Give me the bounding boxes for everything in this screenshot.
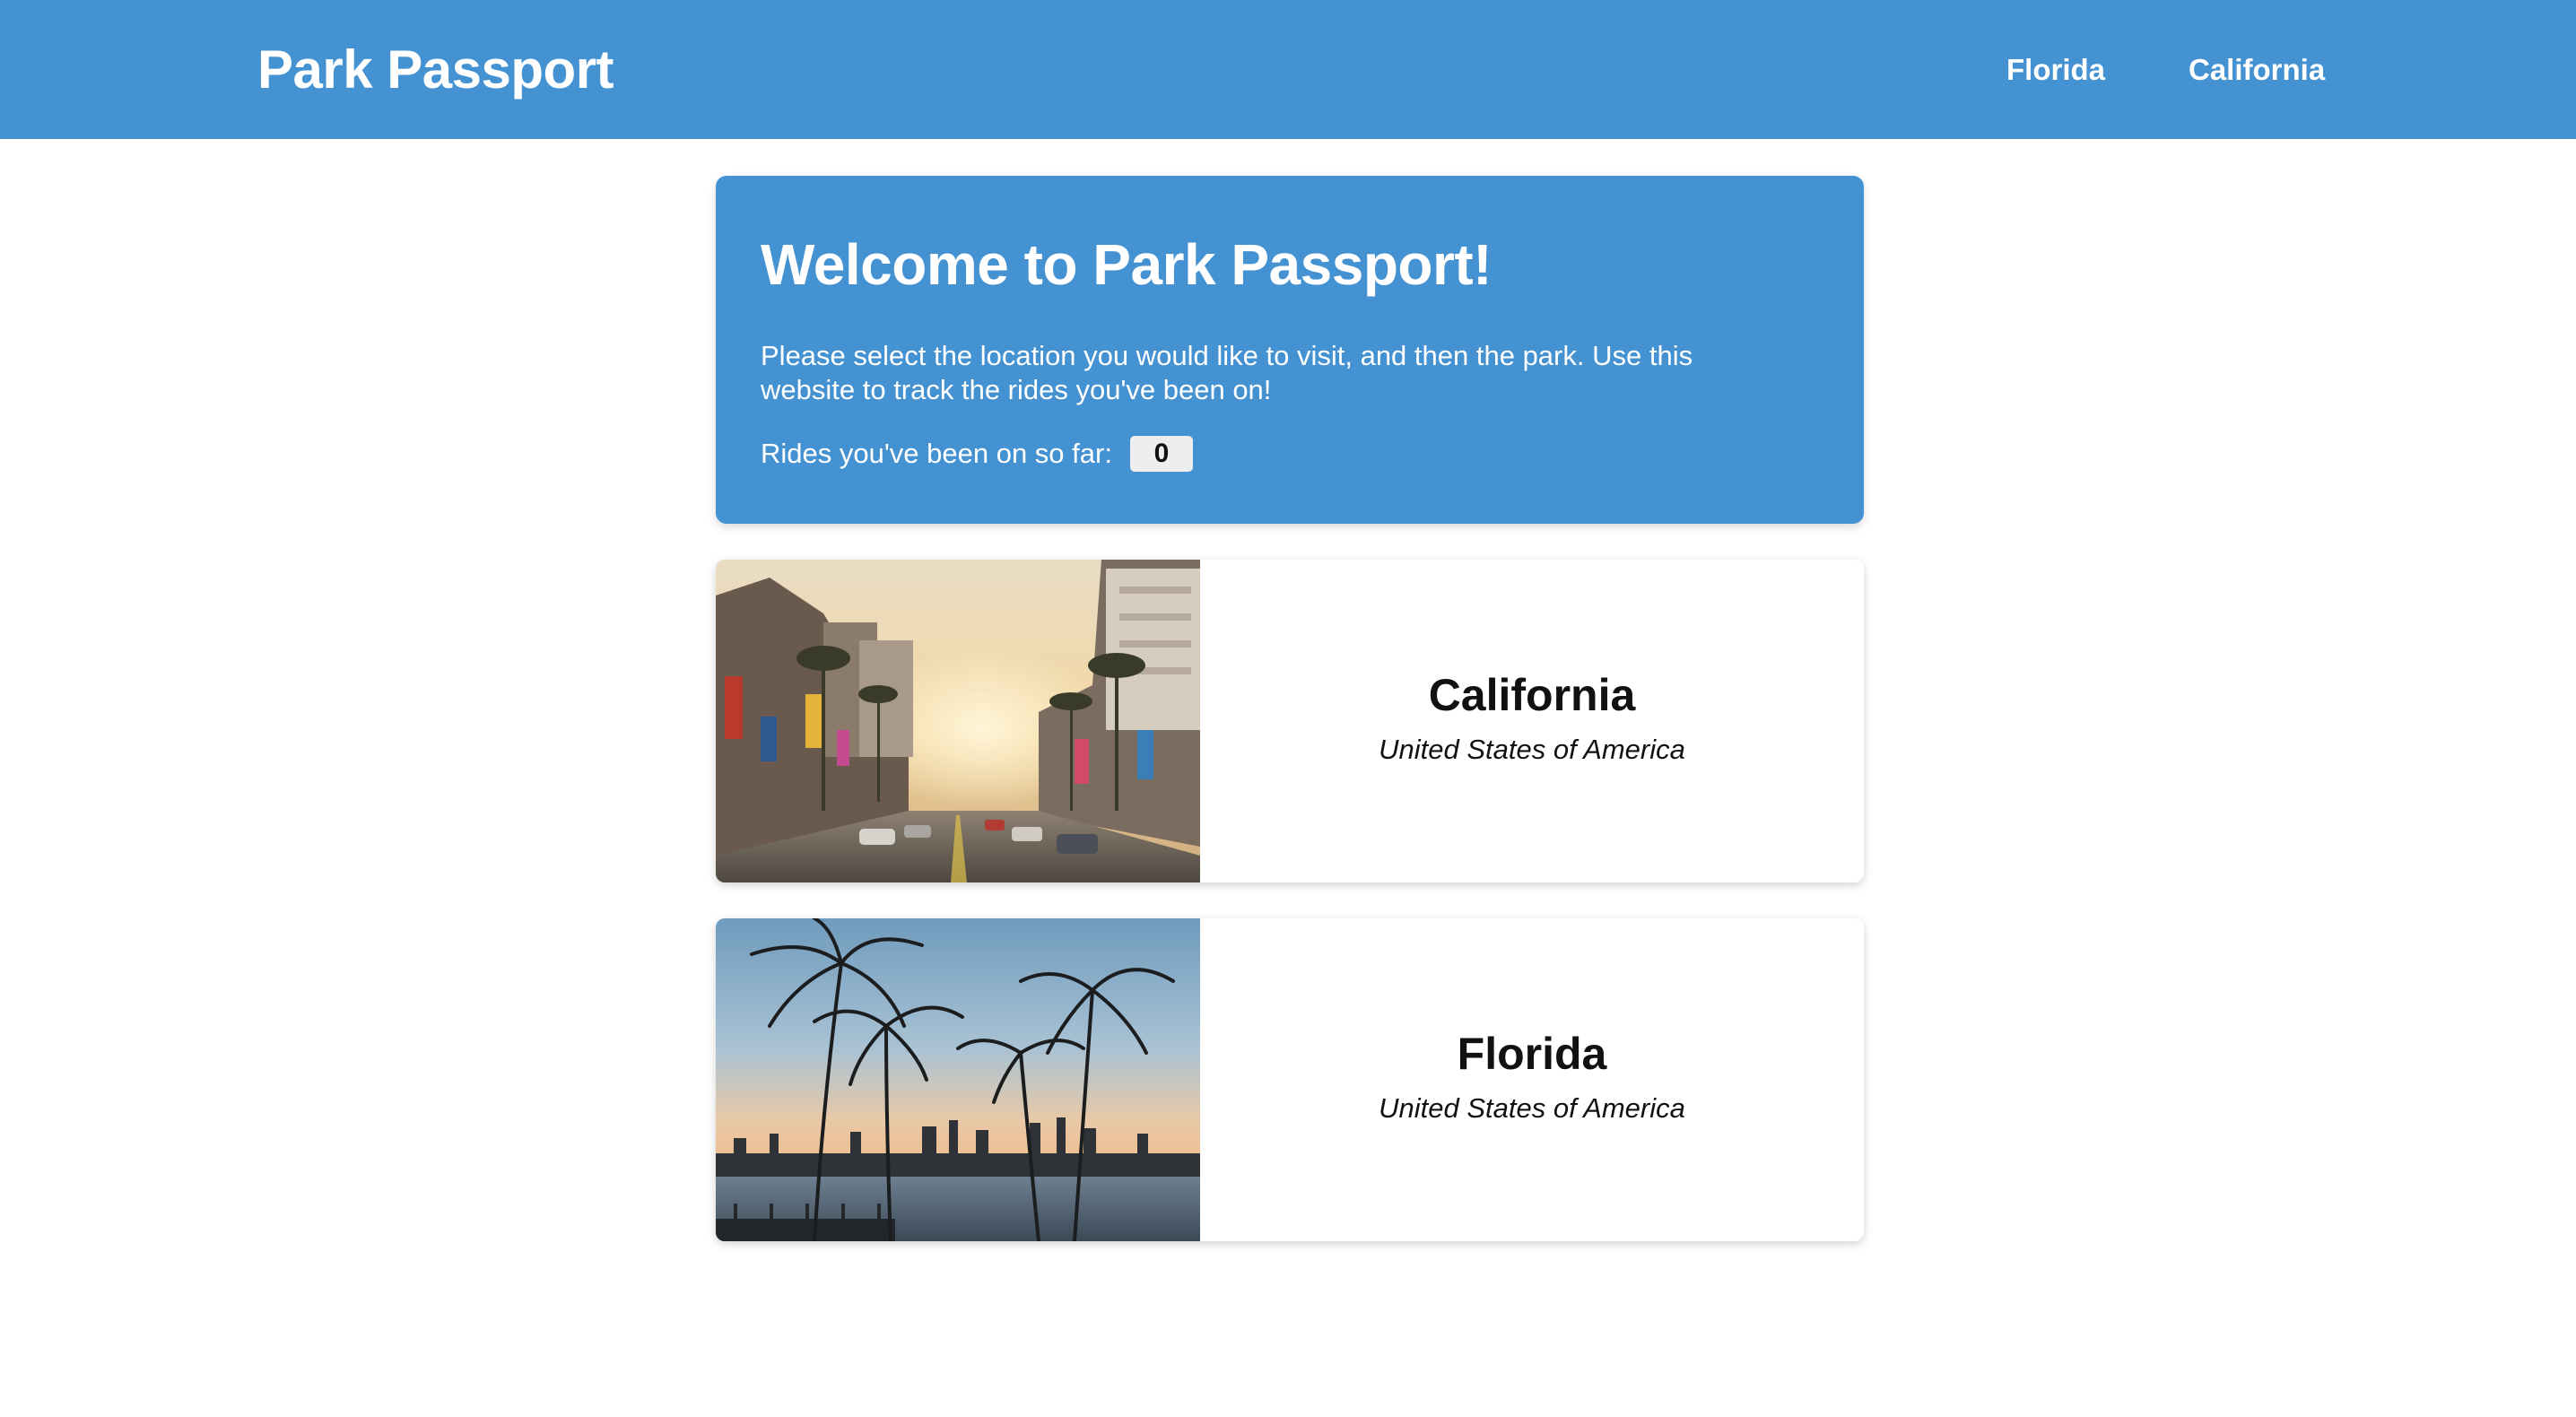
rides-count-badge: 0 — [1129, 436, 1193, 472]
florida-title: Florida — [1457, 1029, 1607, 1079]
rides-counter-label: Rides you've been on so far: — [761, 438, 1112, 469]
brand-logo-link[interactable]: Park Passport — [257, 0, 614, 139]
california-card-body: California United States of America — [1200, 560, 1864, 882]
location-card-florida[interactable]: Florida United States of America — [716, 918, 1864, 1241]
location-card-california[interactable]: California United States of America — [716, 560, 1864, 882]
florida-palms-image — [716, 918, 1200, 1241]
welcome-card: Welcome to Park Passport! Please select … — [716, 176, 1864, 524]
nav-link-florida[interactable]: Florida — [2006, 0, 2105, 139]
california-title: California — [1428, 670, 1636, 720]
florida-country: United States of America — [1379, 1092, 1685, 1124]
rides-counter: Rides you've been on so far: 0 — [761, 436, 1193, 472]
california-street-image — [716, 560, 1200, 882]
florida-card-body: Florida United States of America — [1200, 918, 1864, 1241]
nav-link-california[interactable]: California — [2189, 0, 2325, 139]
welcome-title: Welcome to Park Passport! — [761, 232, 1493, 297]
welcome-description: Please select the location you would lik… — [761, 340, 1693, 405]
top-navbar: Park Passport Florida California — [0, 0, 2576, 139]
california-country: United States of America — [1379, 734, 1685, 765]
